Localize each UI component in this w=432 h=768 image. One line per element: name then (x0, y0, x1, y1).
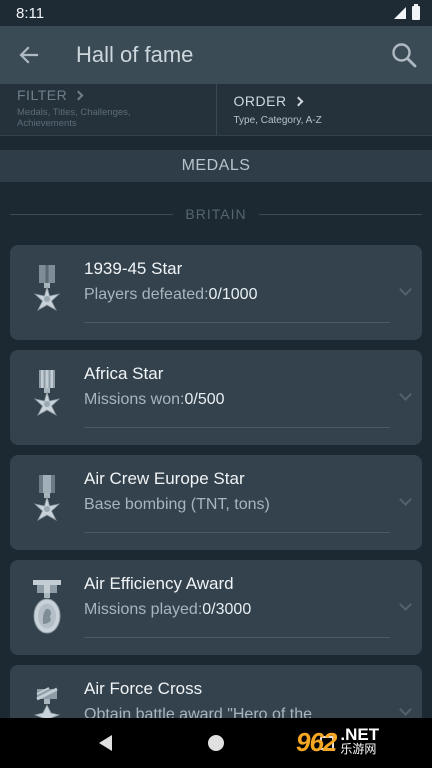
medal-card[interactable]: Air Efficiency Award Missions played:0/3… (10, 560, 422, 655)
order-subtitle: Type, Category, A-Z (233, 115, 322, 126)
requirement-label: Missions played: (84, 601, 203, 618)
card-divider (84, 427, 390, 428)
status-bar: 8:11 (0, 0, 432, 26)
page-title: Hall of fame (76, 42, 194, 67)
order-button[interactable]: ORDER Type, Category, A-Z (215, 84, 432, 135)
watermark-logo: 962 .NET 乐游网 (296, 720, 428, 764)
watermark-domain: .NET (340, 725, 380, 744)
app-bar: Hall of fame (0, 26, 432, 84)
filter-label: FILTER (17, 87, 68, 103)
divider-line (258, 213, 423, 215)
medal-card[interactable]: 1939-45 Star Players defeated:0/1000 (10, 245, 422, 340)
subsection-title: BRITAIN (185, 206, 247, 222)
watermark-text: .NET 乐游网 (340, 725, 380, 757)
medal-requirement: Players defeated:0/1000 (84, 286, 257, 304)
battery-icon (412, 4, 420, 20)
chevron-down-icon[interactable] (399, 388, 412, 401)
card-divider (84, 322, 390, 323)
nav-home-icon[interactable] (207, 735, 224, 751)
chevron-down-icon[interactable] (399, 493, 412, 506)
requirement-label: Missions won: (84, 391, 185, 408)
star-medal-icon (33, 370, 61, 416)
medal-name: Air Force Cross (84, 679, 203, 698)
filter-subtitle: Medals, Titles, Challenges, Achievements (17, 107, 131, 129)
filter-bar: FILTER Medals, Titles, Challenges, Achie… (0, 84, 432, 136)
nav-back-icon[interactable] (98, 735, 112, 751)
status-time: 8:11 (16, 4, 45, 22)
chevron-right-icon (293, 96, 304, 106)
order-heading: ORDER (234, 93, 417, 109)
filter-button[interactable]: FILTER Medals, Titles, Challenges, Achie… (0, 84, 216, 135)
order-label: ORDER (233, 93, 287, 109)
medal-name: Air Crew Europe Star (84, 469, 245, 488)
medal-requirement: Missions played:0/3000 (84, 601, 251, 619)
medal-name: 1939-45 Star (84, 259, 183, 278)
medal-card[interactable]: Africa Star Missions won:0/500 (10, 350, 422, 445)
filter-heading: FILTER (17, 87, 200, 103)
medal-name: Africa Star (84, 364, 164, 383)
arrow-left-icon (19, 46, 39, 64)
requirement-progress: 0/1000 (208, 286, 258, 303)
medal-requirement: Missions won:0/500 (84, 391, 225, 409)
star-medal-icon (33, 265, 61, 311)
watermark-chinese: 乐游网 (340, 742, 377, 756)
chevron-down-icon[interactable] (399, 703, 412, 716)
medal-card[interactable]: Air Crew Europe Star Base bombing (TNT, … (10, 455, 422, 550)
oval-medal-icon (33, 580, 61, 634)
divider-line (10, 213, 174, 215)
signal-icon (394, 7, 406, 19)
medal-requirement: Base bombing (TNT, tons) (84, 496, 270, 514)
requirement-progress: 0/500 (184, 391, 225, 408)
chevron-down-icon[interactable] (399, 598, 412, 611)
star-medal-icon (33, 475, 61, 521)
requirement-progress: 0/3000 (202, 601, 252, 618)
card-divider (84, 637, 390, 638)
requirement-label: Players defeated: (84, 286, 209, 303)
search-button[interactable] (376, 26, 432, 84)
section-title: MEDALS (181, 157, 251, 174)
back-button[interactable] (0, 26, 58, 84)
chevron-right-icon (73, 90, 84, 100)
medal-list: 1939-45 Star Players defeated:0/1000 Afr… (10, 245, 422, 768)
search-icon (392, 43, 417, 68)
requirement-label: Base bombing (TNT, tons) (84, 496, 270, 513)
section-header: MEDALS (0, 150, 432, 182)
chevron-down-icon[interactable] (399, 283, 412, 296)
medal-name: Air Efficiency Award (84, 574, 234, 593)
watermark-number: 962 (296, 726, 337, 757)
subsection-divider: BRITAIN (10, 203, 423, 225)
status-icons (394, 4, 420, 20)
card-divider (84, 532, 390, 533)
